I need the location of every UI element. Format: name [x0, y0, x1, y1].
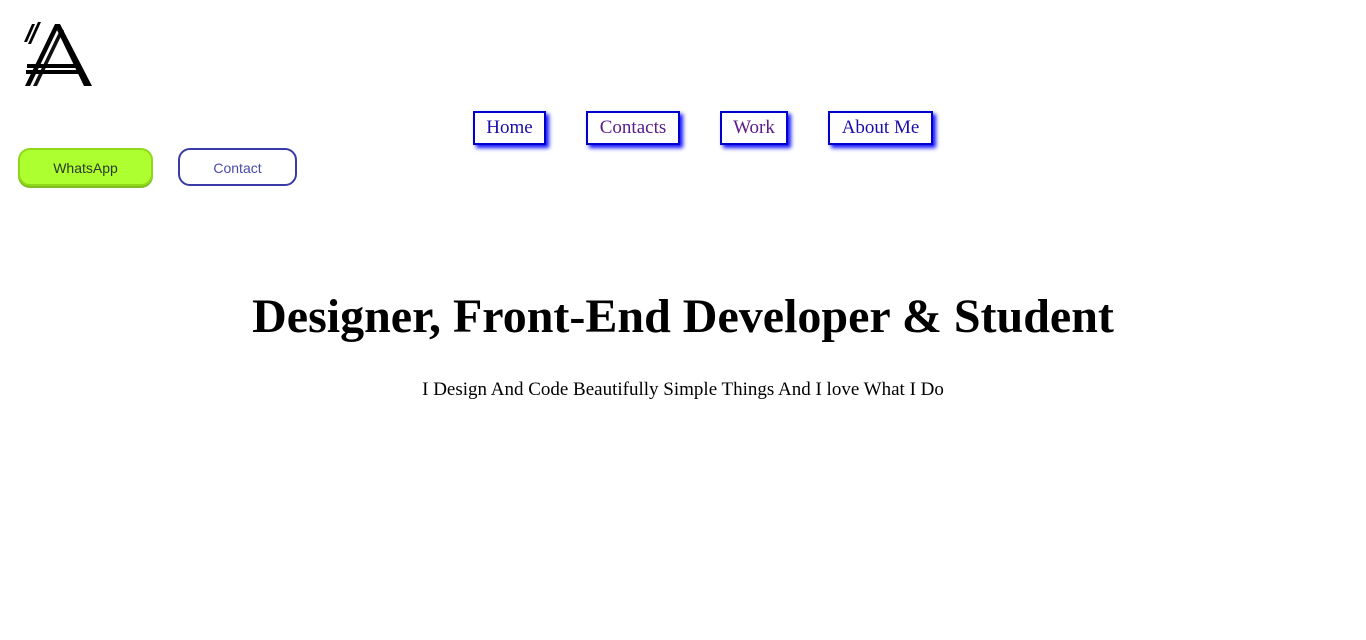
whatsapp-button[interactable]: WhatsApp [18, 148, 153, 186]
hero-headline: Designer, Front-End Developer & Student [252, 290, 1114, 343]
nav-link-about-me[interactable]: About Me [828, 111, 933, 145]
letter-a-brush-logo-icon [24, 22, 92, 86]
nav-link-home[interactable]: Home [473, 111, 546, 145]
main-nav: Home Contacts Work About Me [0, 111, 1366, 149]
page: Home Contacts Work About Me WhatsApp Con… [0, 0, 1366, 640]
contact-button[interactable]: Contact [178, 148, 297, 186]
site-logo[interactable] [22, 20, 94, 92]
nav-link-work[interactable]: Work [720, 111, 788, 145]
nav-link-contacts[interactable]: Contacts [586, 111, 680, 145]
hero-tagline: I Design And Code Beautifully Simple Thi… [422, 379, 944, 400]
